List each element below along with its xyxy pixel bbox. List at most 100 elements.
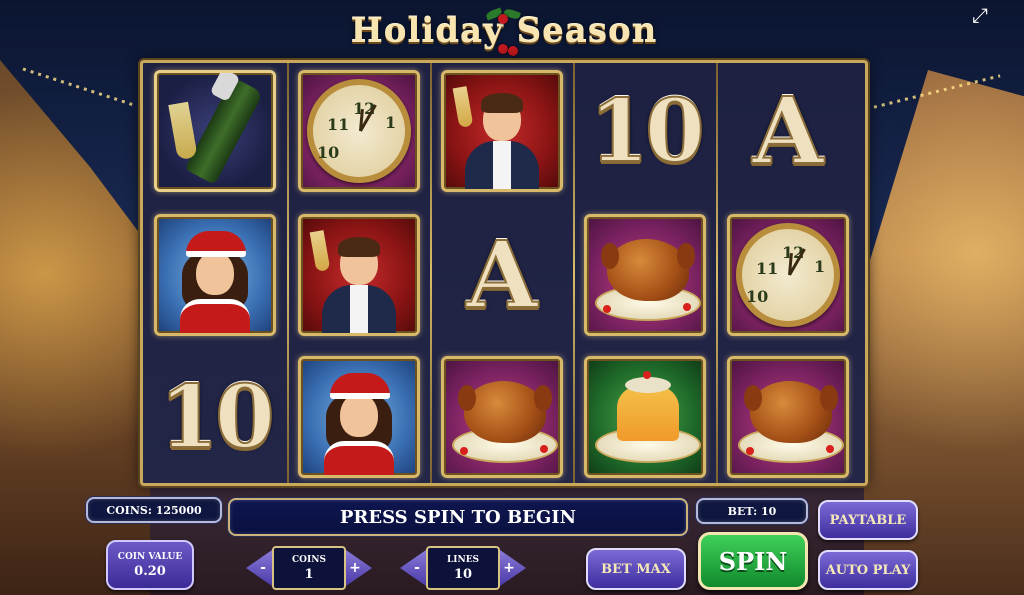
reel-1-row-2-symbol bbox=[151, 211, 279, 339]
reel-5-row-2-symbol: 12 11 1 10 bbox=[724, 211, 852, 339]
reel-1-row-1-symbol bbox=[151, 67, 279, 195]
bet-max-label: BET MAX bbox=[601, 561, 671, 577]
lines-stepper: - LINES 10 + bbox=[400, 546, 526, 590]
champagne-wild-symbol bbox=[154, 70, 276, 192]
champagne-glass-icon bbox=[168, 101, 198, 161]
turkey-symbol bbox=[441, 356, 563, 478]
auto-play-label: AUTO PLAY bbox=[825, 562, 911, 578]
berry-icon bbox=[746, 447, 754, 455]
clock-number: 1 bbox=[385, 113, 397, 132]
reel-4-row-3-symbol bbox=[581, 353, 709, 481]
coin-value-button[interactable]: COIN VALUE 0.20 bbox=[106, 540, 194, 590]
reel-5-row-1-symbol: A bbox=[724, 67, 852, 195]
reel-frame: 10 12 11 1 10 A 10 A 12 11 1 10 bbox=[140, 60, 868, 486]
auto-play-button[interactable]: AUTO PLAY bbox=[818, 550, 918, 590]
turkey-leg bbox=[458, 385, 476, 411]
paytable-button[interactable]: PAYTABLE bbox=[818, 500, 918, 540]
turkey-leg bbox=[677, 243, 695, 269]
pudding-cream bbox=[625, 377, 671, 393]
reel-3-row-3-symbol bbox=[438, 353, 566, 481]
turkey-symbol bbox=[584, 214, 706, 336]
coins-increase-button[interactable]: + bbox=[346, 550, 372, 586]
santa-hat-icon bbox=[186, 231, 246, 257]
man-toast-symbol bbox=[441, 70, 563, 192]
coin-value-amount: 0.20 bbox=[134, 563, 166, 579]
plus-icon: + bbox=[349, 560, 361, 576]
reel-divider bbox=[573, 63, 575, 483]
santa-dress bbox=[324, 441, 394, 475]
holly-berry-icon bbox=[498, 14, 508, 24]
clock-number: 11 bbox=[327, 115, 350, 134]
lines-increase-button[interactable]: + bbox=[500, 550, 526, 586]
man-figure bbox=[316, 237, 402, 333]
fullscreen-button[interactable]: ⤢ bbox=[964, 2, 996, 28]
spin-button[interactable]: SPIN bbox=[698, 532, 808, 590]
coins-stepper-display: COINS 1 bbox=[272, 546, 346, 590]
lines-stepper-display: LINES 10 bbox=[426, 546, 500, 590]
minus-icon: - bbox=[414, 560, 420, 576]
plus-icon: + bbox=[503, 560, 515, 576]
clock-number: 10 bbox=[746, 287, 769, 306]
lines-decrease-button[interactable]: - bbox=[400, 550, 426, 586]
turkey-leg bbox=[601, 243, 619, 269]
man-hair bbox=[338, 237, 380, 257]
clock-icon: 12 11 1 10 bbox=[307, 79, 411, 183]
coins-value: 1 bbox=[304, 566, 314, 582]
reel-divider bbox=[287, 63, 289, 483]
man-toast-symbol bbox=[298, 214, 420, 336]
reel-4-row-1-symbol: 10 bbox=[581, 67, 709, 195]
santa-girl-figure bbox=[172, 231, 258, 333]
man-hair bbox=[481, 93, 523, 113]
reel-1-row-3-symbol: 10 bbox=[151, 353, 279, 481]
ace-symbol: A bbox=[751, 76, 824, 186]
reel-2-row-3-symbol bbox=[295, 353, 423, 481]
ace-symbol: A bbox=[465, 220, 538, 330]
berry-icon bbox=[643, 371, 651, 379]
paytable-label: PAYTABLE bbox=[829, 512, 907, 528]
holly-berry-icon bbox=[498, 44, 508, 54]
coins-decrease-button[interactable]: - bbox=[246, 550, 272, 586]
turkey-leg bbox=[534, 385, 552, 411]
minus-icon: - bbox=[260, 560, 266, 576]
santa-girl-figure bbox=[316, 373, 402, 475]
christmas-pudding-icon bbox=[617, 385, 679, 441]
girl-face bbox=[196, 251, 234, 295]
holly-berry-icon bbox=[508, 46, 518, 56]
reel-3-row-2-symbol: A bbox=[438, 211, 566, 339]
berry-icon bbox=[826, 445, 834, 453]
bet-max-button[interactable]: BET MAX bbox=[586, 548, 686, 590]
reel-divider bbox=[716, 63, 718, 483]
coins-stepper: - COINS 1 + bbox=[246, 546, 372, 590]
pudding-symbol bbox=[584, 356, 706, 478]
coin-value-label: COIN VALUE bbox=[117, 551, 183, 562]
message-bar: PRESS SPIN TO BEGIN bbox=[228, 498, 688, 536]
roast-turkey-icon bbox=[464, 381, 546, 443]
clock-icon: 12 11 1 10 bbox=[736, 223, 840, 327]
ten-symbol: 10 bbox=[158, 366, 276, 469]
bet-display: BET: 10 bbox=[696, 498, 808, 524]
turkey-leg bbox=[820, 385, 838, 411]
lines-label: LINES bbox=[446, 554, 480, 565]
santa-girl-symbol bbox=[298, 356, 420, 478]
turkey-symbol bbox=[727, 356, 849, 478]
clock-number: 11 bbox=[756, 259, 779, 278]
girl-face bbox=[340, 393, 378, 437]
bet-text: BET: 10 bbox=[727, 504, 777, 518]
man-figure bbox=[459, 93, 545, 189]
game-logo: Holiday Season bbox=[318, 7, 690, 56]
roast-turkey-icon bbox=[607, 239, 689, 301]
coins-balance-display: COINS: 125000 bbox=[86, 497, 222, 523]
clock-symbol: 12 11 1 10 bbox=[727, 214, 849, 336]
clock-symbol: 12 11 1 10 bbox=[298, 70, 420, 192]
berry-icon bbox=[540, 445, 548, 453]
man-shirt bbox=[493, 141, 511, 189]
santa-girl-symbol bbox=[154, 214, 276, 336]
berry-icon bbox=[683, 303, 691, 311]
turkey-leg bbox=[744, 385, 762, 411]
berry-icon bbox=[460, 447, 468, 455]
message-text: PRESS SPIN TO BEGIN bbox=[339, 506, 577, 528]
string-lights bbox=[22, 67, 138, 108]
man-shirt bbox=[350, 285, 368, 333]
reel-5-row-3-symbol bbox=[724, 353, 852, 481]
ten-symbol: 10 bbox=[588, 80, 706, 183]
